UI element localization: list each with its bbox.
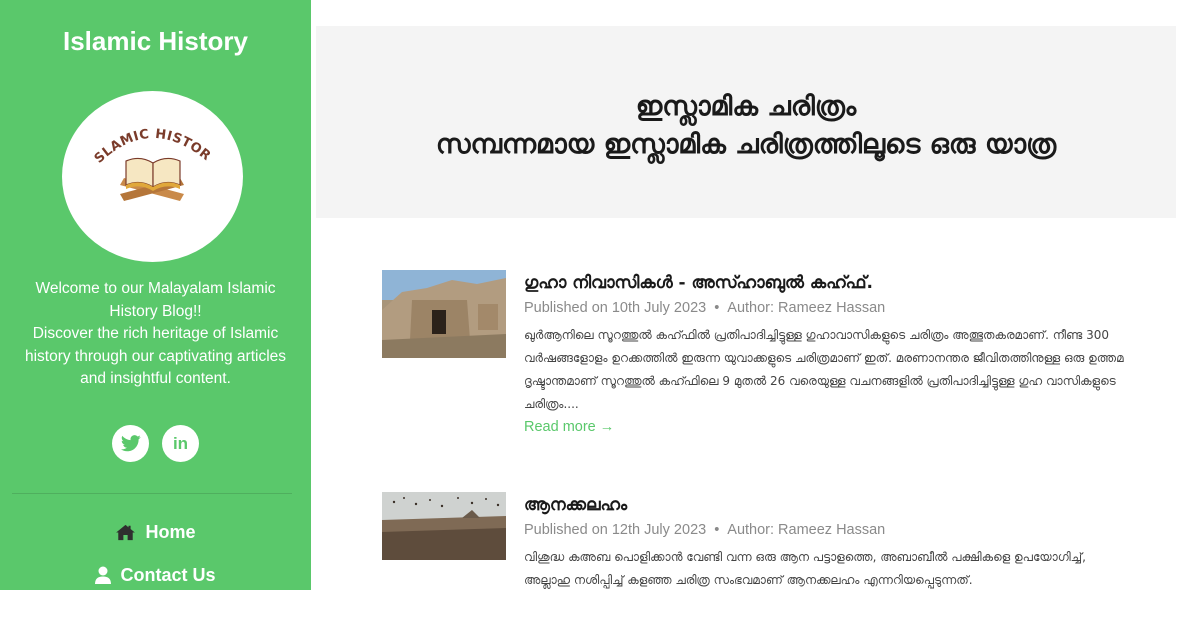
hero-banner: ഇസ്ലാമിക ചരിത്രം സമ്പന്നമായ ഇസ്ലാമിക ചരി… [316, 26, 1176, 218]
post-body: ഗുഹാ നിവാസികൾ - അസ്ഹാബുൽ കഹ്ഫ്. Publishe… [524, 270, 1124, 435]
sidebar: Islamic History ISLAMIC HISTORY Welcome … [0, 0, 311, 590]
meta-separator: • [714, 300, 720, 316]
post-excerpt: വിശുദ്ധ കഅബ പൊളിക്കാൻ വേണ്ടി വന്ന ഒരു ആന… [524, 550, 1086, 587]
post-title[interactable]: ഗുഹാ നിവാസികൾ - അസ്ഹാബുൽ കഹ്ഫ്. [524, 270, 1124, 296]
book-stand-logo-icon: ISLAMIC HISTORY [62, 91, 213, 201]
post-body: ആനക്കലഹം Published on 12th July 2023 • Aut… [524, 492, 1124, 592]
nav-item-home[interactable]: Home [0, 517, 311, 547]
hero-title: ഇസ്ലാമിക ചരിത്രം സമ്പന്നമായ ഇസ്ലാമിക ചരി… [316, 88, 1176, 164]
hero-title-line-2: സമ്പന്നമായ ഇസ്ലാമിക ചരിത്രത്തിലൂടെ ഒരു യ… [435, 129, 1057, 160]
nav-label-contact: Contact Us [120, 564, 216, 585]
social-links: in [0, 425, 311, 462]
nav-item-contact[interactable]: Contact Us [0, 560, 311, 590]
post-date: Published on 12th July 2023 [524, 522, 707, 538]
sidebar-nav: Home Contact Us [0, 517, 311, 590]
post-thumbnail[interactable] [382, 492, 506, 560]
svg-text:ISLAMIC HISTORY: ISLAMIC HISTORY [62, 91, 213, 167]
post-card: ആനക്കലഹം Published on 12th July 2023 • Aut… [382, 492, 1142, 590]
read-more-link[interactable]: Read more → [524, 419, 614, 435]
post-meta: Published on 12th July 2023 • Author: Rame… [524, 519, 1124, 541]
linkedin-icon: in [172, 434, 189, 453]
post-thumbnail[interactable] [382, 270, 506, 358]
post-author: Author: Rameez Hassan [727, 300, 886, 316]
post-card: ഗുഹാ നിവാസികൾ - അസ്ഹാബുൽ കഹ്ഫ്. Publishe… [382, 270, 1142, 445]
meta-separator: • [714, 522, 720, 538]
site-title[interactable]: Islamic History [0, 26, 311, 56]
post-author: Author: Rameez Hassan [727, 522, 886, 538]
post-excerpt: ഖുർആനിലെ സൂറത്തുൽ കഹ്ഫിൽ പ്രതിപാദിച്ചിട്… [524, 328, 1124, 411]
post-meta: Published on 10th July 2023 • Author: Rame… [524, 297, 1124, 319]
twitter-icon [120, 435, 141, 452]
linkedin-link[interactable]: in [162, 425, 199, 462]
welcome-line-2: Discover the rich heritage of Islamic hi… [24, 325, 287, 387]
welcome-text: Welcome to our Malayalam Islamic History… [10, 278, 301, 391]
user-icon [95, 566, 112, 584]
welcome-line-1: Welcome to our Malayalam Islamic History… [35, 280, 276, 320]
home-icon [115, 524, 136, 541]
logo-text: ISLAMIC HISTORY [62, 91, 213, 167]
sidebar-divider [12, 493, 292, 494]
twitter-link[interactable] [112, 425, 149, 462]
post-date: Published on 10th July 2023 [524, 300, 707, 316]
site-logo[interactable]: ISLAMIC HISTORY [62, 91, 243, 262]
hero-title-line-1: ഇസ്ലാമിക ചരിത്രം [635, 91, 857, 122]
nav-label-home: Home [145, 521, 196, 542]
post-title[interactable]: ആനക്കലഹം [524, 492, 1124, 518]
